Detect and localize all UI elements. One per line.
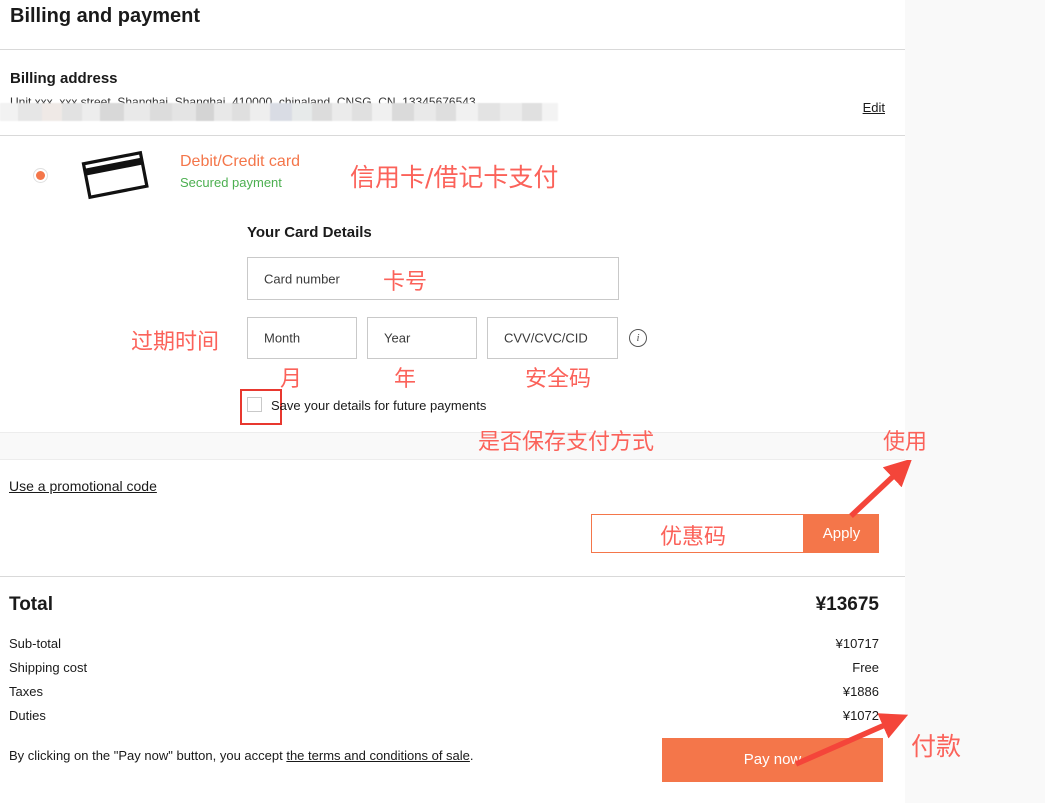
credit-card-icon — [80, 148, 150, 200]
right-gutter — [905, 0, 1045, 803]
save-details-label: Save your details for future payments — [271, 398, 487, 413]
cvv-placeholder: CVV/CVC/CID — [504, 330, 588, 346]
checkout-page: Billing and payment Billing address Unit… — [0, 0, 1045, 803]
payment-method-subtitle: Secured payment — [180, 175, 282, 190]
checkout-content: Billing and payment Billing address Unit… — [0, 0, 905, 803]
terms-text: By clicking on the "Pay now" button, you… — [9, 748, 474, 763]
expiry-month-placeholder: Month — [264, 330, 301, 346]
apply-promo-button[interactable]: Apply — [804, 514, 879, 553]
divider-promo — [0, 576, 905, 577]
card-details-heading: Your Card Details — [247, 224, 372, 241]
subtotal-value: ¥10717 — [835, 636, 879, 651]
pay-now-button[interactable]: Pay now — [662, 738, 883, 782]
duties-label: Duties — [9, 708, 46, 723]
total-value: ¥13675 — [815, 594, 879, 615]
terms-link[interactable]: the terms and conditions of sale — [286, 748, 470, 763]
divider-billing-address — [0, 135, 905, 136]
taxes-label: Taxes — [9, 684, 43, 699]
billing-address-heading: Billing address — [10, 70, 118, 87]
divider-header — [0, 49, 905, 50]
expiry-year-placeholder: Year — [384, 330, 411, 346]
card-number-placeholder: Card number — [264, 271, 340, 286]
terms-prefix: By clicking on the "Pay now" button, you… — [9, 748, 287, 763]
card-number-input[interactable]: Card number — [247, 257, 619, 300]
billing-address-redaction — [0, 103, 558, 121]
payment-method-title: Debit/Credit card — [180, 153, 301, 170]
cvv-input[interactable]: CVV/CVC/CID — [487, 317, 618, 359]
page-title: Billing and payment — [10, 5, 201, 27]
save-details-checkbox[interactable] — [247, 397, 262, 412]
subtotal-label: Sub-total — [9, 636, 62, 651]
expiry-year-input[interactable]: Year — [367, 317, 477, 359]
section-separator-band — [0, 432, 905, 460]
terms-suffix: . — [469, 748, 474, 763]
shipping-cost-label: Shipping cost — [9, 660, 88, 675]
duties-value: ¥1072 — [842, 708, 879, 723]
info-icon[interactable]: i — [629, 329, 647, 347]
expiry-month-input[interactable]: Month — [247, 317, 357, 359]
promo-code-input[interactable] — [591, 514, 804, 553]
total-label: Total — [9, 594, 53, 615]
payment-method-radio[interactable] — [33, 168, 48, 183]
taxes-value: ¥1886 — [842, 684, 879, 699]
promotional-code-link[interactable]: Use a promotional code — [9, 478, 157, 494]
shipping-cost-value: Free — [852, 660, 879, 675]
edit-address-link[interactable]: Edit — [863, 100, 885, 115]
